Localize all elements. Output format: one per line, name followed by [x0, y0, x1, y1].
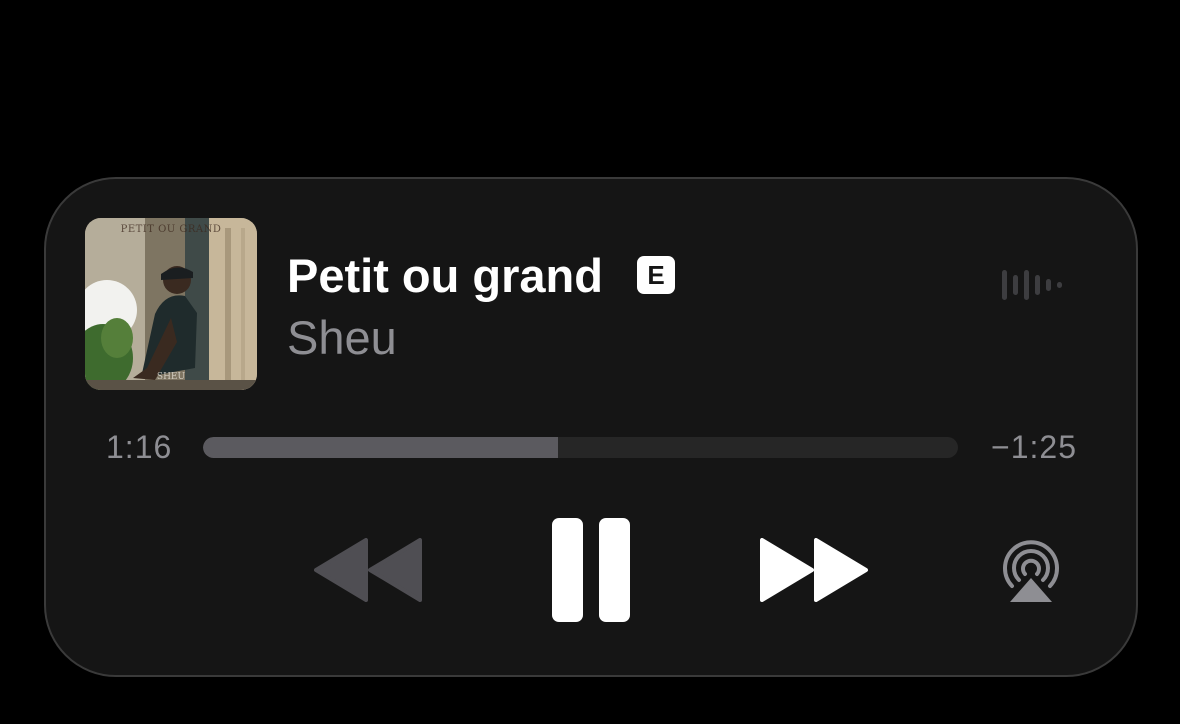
remaining-time: −1:25	[991, 429, 1077, 465]
elapsed-time: 1:16	[106, 429, 173, 465]
progress-fill	[203, 437, 558, 458]
fast-forward-icon	[760, 538, 868, 602]
progress-slider[interactable]	[203, 437, 958, 458]
rewind-button[interactable]	[314, 538, 426, 602]
artwork-title-text: PETIT OU GRAND	[120, 224, 222, 235]
artist-name[interactable]: Sheu	[287, 310, 397, 366]
waveform-icon	[1000, 266, 1066, 304]
explicit-badge: E	[637, 256, 675, 294]
pause-icon	[552, 518, 630, 622]
fast-forward-button[interactable]	[758, 538, 870, 602]
airplay-button[interactable]	[996, 536, 1066, 604]
artwork-artist-text: SHEU	[156, 372, 186, 382]
track-title[interactable]: Petit ou grand	[287, 248, 603, 304]
album-artwork-image	[85, 218, 257, 390]
rewind-icon	[314, 538, 422, 602]
airplay-icon	[1003, 540, 1059, 602]
album-artwork[interactable]: PETIT OU GRAND SHEU	[85, 218, 257, 390]
pause-button[interactable]	[552, 518, 632, 622]
